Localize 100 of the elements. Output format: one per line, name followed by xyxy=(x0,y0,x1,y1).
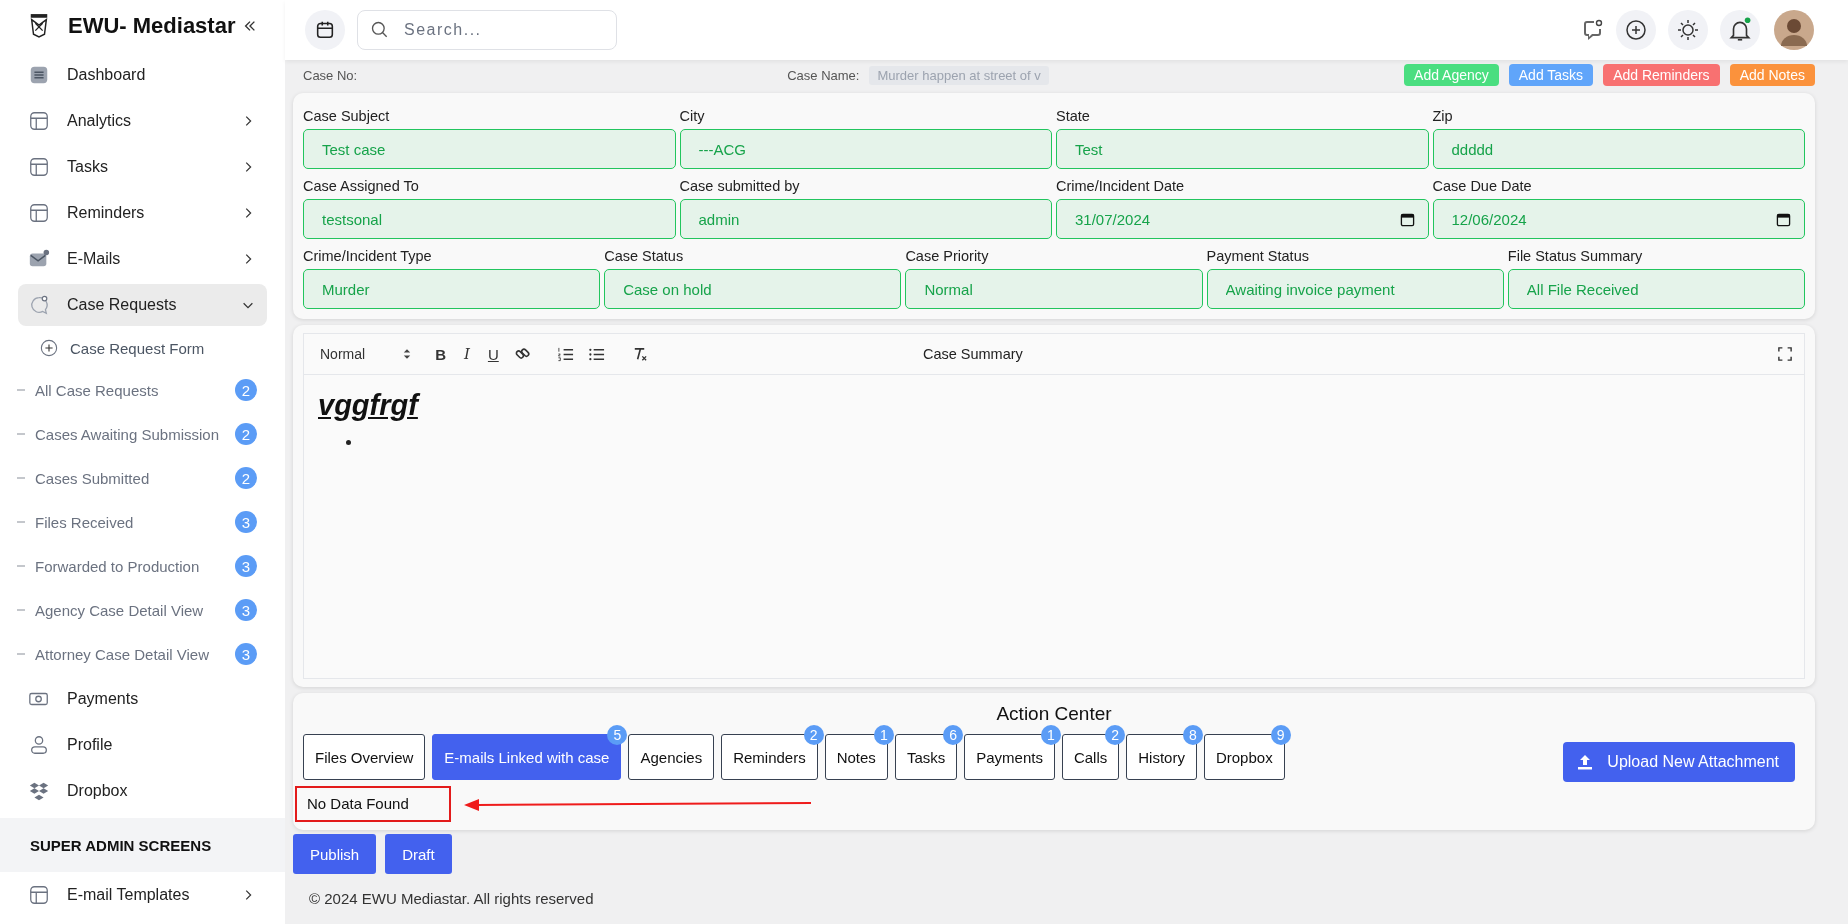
count-badge: 3 xyxy=(235,511,257,533)
avatar-icon[interactable] xyxy=(1774,10,1814,50)
person-icon xyxy=(28,734,50,756)
calendar-icon[interactable] xyxy=(1776,212,1791,227)
text-field[interactable]: admin xyxy=(679,199,1052,239)
add-button[interactable]: Add Reminders xyxy=(1603,64,1720,86)
brand-name: EWU- Mediastar xyxy=(68,13,236,39)
empty-message: No Data Found xyxy=(307,795,409,812)
date-field[interactable]: 12/06/2024 xyxy=(1432,199,1805,239)
count-badge: 9 xyxy=(1270,725,1291,745)
sub-nav-item[interactable]: Agency Case Detail View 3 xyxy=(0,588,285,632)
action-button[interactable]: Draft xyxy=(385,834,452,874)
sub-nav-item[interactable]: Attorney Case Detail View 3 xyxy=(0,632,285,676)
link-icon[interactable] xyxy=(514,346,531,362)
menu-icon xyxy=(28,64,50,86)
panel-icon xyxy=(28,884,50,906)
field-label: Case Subject xyxy=(303,107,391,126)
add-button[interactable] xyxy=(1616,10,1656,50)
sub-nav-item[interactable]: All Case Requests 2 xyxy=(0,368,285,412)
editor-title: Case Summary xyxy=(921,346,1024,362)
nav-item[interactable]: Tasks xyxy=(18,146,267,188)
nav-item[interactable]: Analytics xyxy=(18,100,267,142)
text-field[interactable]: ddddd xyxy=(1432,129,1805,169)
text-field[interactable]: testsonal xyxy=(303,199,676,239)
count-badge: 2 xyxy=(235,423,257,445)
nav-item[interactable]: Dashboard xyxy=(18,54,267,96)
format-dropdown[interactable]: Normal xyxy=(320,346,412,362)
footer-text: © 2024 EWU Mediastar. All rights reserved xyxy=(309,890,595,907)
dash-icon xyxy=(17,565,25,567)
search-field[interactable]: Search... xyxy=(357,10,617,50)
plus-circle-icon xyxy=(1624,18,1648,42)
text-field[interactable]: Murder xyxy=(303,269,601,309)
sub-nav-item[interactable]: Cases Submitted 2 xyxy=(0,456,285,500)
boxes-icon xyxy=(28,780,50,802)
theme-button[interactable] xyxy=(1668,10,1708,50)
dash-icon xyxy=(17,477,25,479)
count-badge: 5 xyxy=(607,725,628,745)
count-badge: 6 xyxy=(943,725,964,745)
count-badge: 3 xyxy=(235,599,257,621)
fullscreen-icon[interactable] xyxy=(1778,347,1792,361)
calendar-icon[interactable] xyxy=(1399,212,1415,227)
nav-item[interactable]: E-mail Templates xyxy=(18,874,267,916)
field-label: Case submitted by xyxy=(679,177,801,196)
nav-item[interactable]: Payments xyxy=(18,678,267,720)
dash-icon xyxy=(17,653,25,655)
date-field[interactable]: 31/07/2024 xyxy=(1056,199,1429,239)
format-button[interactable]: I xyxy=(461,345,472,363)
notifications-button[interactable] xyxy=(1720,10,1760,50)
nav-item[interactable]: Dropbox xyxy=(18,770,267,812)
field-label: Zip xyxy=(1432,107,1454,126)
count-badge: 3 xyxy=(235,555,257,577)
count-badge: 1 xyxy=(1040,725,1061,745)
text-field[interactable]: Test case xyxy=(303,129,676,169)
field-label: Case Priority xyxy=(905,247,990,266)
tab[interactable]: Files Overview xyxy=(303,734,426,780)
field-label: Case Assigned To xyxy=(303,177,420,196)
text-field[interactable]: Test xyxy=(1056,129,1429,169)
numbered-list-icon[interactable] xyxy=(556,345,574,363)
sub-nav-item[interactable]: Cases Awaiting Submission 2 xyxy=(0,412,285,456)
format-button[interactable]: B xyxy=(433,345,448,363)
sub-nav-item[interactable]: Forwarded to Production 3 xyxy=(0,544,285,588)
dash-icon xyxy=(17,433,25,435)
action-button[interactable]: Publish xyxy=(293,834,377,874)
text-field[interactable]: Awaiting invoice payment xyxy=(1206,269,1504,309)
calendar-icon xyxy=(314,19,336,41)
calendar-button[interactable] xyxy=(305,10,345,50)
panel-icon xyxy=(28,110,50,132)
count-badge: 8 xyxy=(1182,725,1203,745)
nav-item[interactable]: Reminders xyxy=(18,192,267,234)
sub-nav-item[interactable]: Files Received 3 xyxy=(0,500,285,544)
dash-icon xyxy=(17,521,25,523)
upload-button[interactable]: Upload New Attachment xyxy=(1563,742,1795,782)
field-label: File Status Summary xyxy=(1507,247,1644,266)
count-badge: 3 xyxy=(235,643,257,665)
nav-item[interactable]: Profile xyxy=(18,724,267,766)
text-field[interactable]: All File Received xyxy=(1507,269,1805,309)
upload-icon xyxy=(1577,754,1594,770)
chat-icon xyxy=(28,294,50,316)
tab[interactable]: Agencies xyxy=(628,734,715,780)
panel-icon xyxy=(28,156,50,178)
search-icon xyxy=(370,20,390,40)
case-name-label: Case Name: xyxy=(787,67,860,83)
nav-item[interactable]: Case Requests xyxy=(18,284,267,326)
count-badge: 2 xyxy=(235,467,257,489)
sub-nav-item[interactable]: Case Request Form xyxy=(0,328,285,368)
field-label: Payment Status xyxy=(1206,247,1310,266)
field-label: Crime/Incident Type xyxy=(303,247,433,266)
text-field[interactable]: Normal xyxy=(905,269,1203,309)
updown-icon xyxy=(403,348,412,360)
nav-item[interactable]: E-Mails xyxy=(18,238,267,280)
sun-icon xyxy=(1676,18,1700,42)
count-badge: 2 xyxy=(235,379,257,401)
format-button[interactable]: U xyxy=(485,345,501,363)
bullet-icon xyxy=(346,440,351,445)
case-number-label: Case No: xyxy=(303,67,358,83)
panel-icon xyxy=(28,202,50,224)
text-field[interactable]: ---ACG xyxy=(679,129,1052,169)
field-label: Case Due Date xyxy=(1432,177,1533,196)
logo-icon xyxy=(28,12,50,40)
text-field[interactable]: Case on hold xyxy=(604,269,902,309)
